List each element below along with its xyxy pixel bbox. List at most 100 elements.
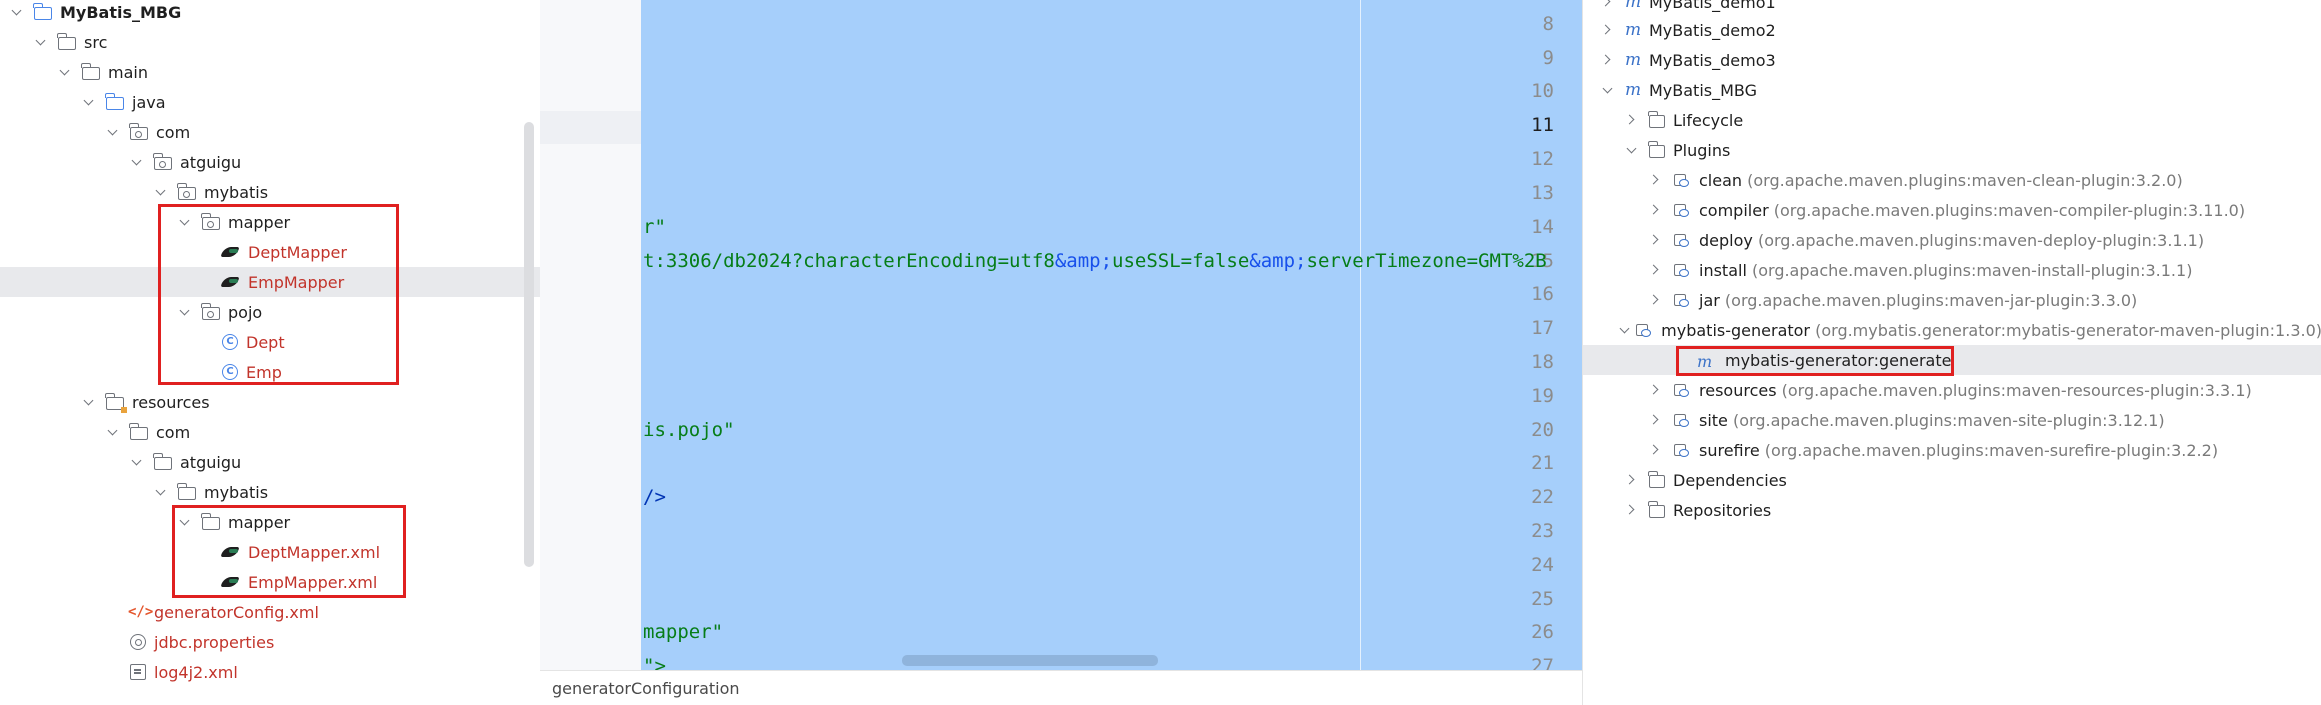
code-string: serverTimezone=GMT%2B xyxy=(1306,250,1547,272)
code-string: useSSL=false xyxy=(1112,250,1250,272)
tree-row-com-res[interactable]: com xyxy=(0,417,540,447)
tree-row-atguigu-res[interactable]: atguigu xyxy=(0,447,540,477)
tree-row-empmapper-xml[interactable]: EmpMapper.xml xyxy=(0,567,540,597)
chevron-down-icon[interactable] xyxy=(154,485,168,499)
tree-row-jdbc-properties[interactable]: jdbc.properties xyxy=(0,627,540,657)
chevron-down-icon[interactable] xyxy=(82,95,96,109)
code-editor[interactable]: 8 9 10 11 12 13 14 15 16 17 18 19 20 21 … xyxy=(540,0,1582,705)
tree-row-pojo[interactable]: pojo xyxy=(0,297,540,327)
line-number: 23 xyxy=(1531,520,1554,542)
maven-project-mybatis-demo3[interactable]: m MyBatis_demo3 xyxy=(1583,45,2321,75)
tree-row-mybatis-mbg[interactable]: MyBatis_MBG xyxy=(0,0,540,27)
chevron-right-icon[interactable] xyxy=(1625,113,1639,127)
tree-row-mapper-res[interactable]: mapper xyxy=(0,507,540,537)
text-selection[interactable] xyxy=(641,0,1582,670)
chevron-right-icon[interactable] xyxy=(1649,173,1663,187)
maven-label: MyBatis_MBG xyxy=(1649,80,1758,100)
chevron-right-icon[interactable] xyxy=(1649,203,1663,217)
chevron-down-icon[interactable] xyxy=(178,305,192,319)
chevron-down-icon[interactable] xyxy=(130,455,144,469)
maven-dependencies[interactable]: Dependencies xyxy=(1583,465,2321,495)
maven-project-mybatis-demo2[interactable]: m MyBatis_demo2 xyxy=(1583,15,2321,45)
tree-row-src[interactable]: src xyxy=(0,27,540,57)
chevron-right-icon[interactable] xyxy=(1649,413,1663,427)
chevron-down-icon[interactable] xyxy=(106,425,120,439)
chevron-down-icon[interactable] xyxy=(10,5,24,19)
tree-row-deptmapper-xml[interactable]: DeptMapper.xml xyxy=(0,537,540,567)
maven-plugin-jar[interactable]: jar (org.apache.maven.plugins:maven-jar-… xyxy=(1583,285,2321,315)
code-line-26: mapper" xyxy=(643,621,724,643)
resources-folder-icon xyxy=(105,392,127,413)
tree-row-mapper-package[interactable]: mapper xyxy=(0,207,540,237)
plugin-icon xyxy=(1673,292,1691,308)
class-icon: C xyxy=(222,364,238,380)
maven-lifecycle[interactable]: Lifecycle xyxy=(1583,105,2321,135)
chevron-right-icon[interactable] xyxy=(1649,383,1663,397)
tree-row-atguigu[interactable]: atguigu xyxy=(0,147,540,177)
tree-row-com[interactable]: com xyxy=(0,117,540,147)
maven-project-mybatis-mbg[interactable]: m MyBatis_MBG xyxy=(1583,75,2321,105)
project-tree-scrollbar[interactable] xyxy=(524,122,534,567)
chevron-down-icon[interactable] xyxy=(130,155,144,169)
tree-row-deptmapper[interactable]: DeptMapper xyxy=(0,237,540,267)
chevron-down-icon[interactable] xyxy=(178,515,192,529)
editor-horizontal-scrollbar[interactable] xyxy=(902,655,1158,666)
maven-repositories[interactable]: Repositories xyxy=(1583,495,2321,525)
maven-plugin-resources[interactable]: resources (org.apache.maven.plugins:mave… xyxy=(1583,375,2321,405)
chevron-right-icon[interactable] xyxy=(1649,293,1663,307)
tree-label: src xyxy=(84,32,108,52)
tree-row-empmapper[interactable]: EmpMapper xyxy=(0,267,540,297)
folder-icon xyxy=(1648,110,1665,128)
maven-detail: (org.apache.maven.plugins:maven-resource… xyxy=(1781,380,2252,400)
chevron-down-icon[interactable] xyxy=(1618,323,1625,337)
maven-plugin-deploy[interactable]: deploy (org.apache.maven.plugins:maven-d… xyxy=(1583,225,2321,255)
tree-row-java[interactable]: java xyxy=(0,87,540,117)
chevron-right-icon[interactable] xyxy=(1625,473,1639,487)
tree-row-mybatis[interactable]: mybatis xyxy=(0,177,540,207)
maven-icon: m xyxy=(1625,80,1642,100)
maven-goal-mybatis-generator-generate[interactable]: m mybatis-generator:generate xyxy=(1583,345,2321,375)
chevron-right-icon[interactable] xyxy=(1601,0,1615,9)
right-margin-guide xyxy=(1360,0,1361,670)
maven-label: surefire xyxy=(1699,440,1760,460)
chevron-right-icon[interactable] xyxy=(1601,53,1615,67)
plugin-icon xyxy=(1673,262,1691,278)
mybatis-interface-icon xyxy=(222,245,240,259)
tree-row-dept[interactable]: C Dept xyxy=(0,327,540,357)
chevron-down-icon[interactable] xyxy=(82,395,96,409)
maven-plugin-surefire[interactable]: surefire (org.apache.maven.plugins:maven… xyxy=(1583,435,2321,465)
tree-row-generatorconfig[interactable]: </> generatorConfig.xml xyxy=(0,597,540,627)
chevron-down-icon[interactable] xyxy=(106,125,120,139)
tree-row-main[interactable]: main xyxy=(0,57,540,87)
chevron-right-icon[interactable] xyxy=(1649,263,1663,277)
tree-row-log4j2[interactable]: log4j2.xml xyxy=(0,657,540,687)
chevron-down-icon[interactable] xyxy=(34,35,48,49)
tree-label: resources xyxy=(132,392,210,412)
plugin-icon xyxy=(1673,382,1691,398)
chevron-down-icon[interactable] xyxy=(58,65,72,79)
chevron-right-icon[interactable] xyxy=(1601,23,1615,37)
xml-file-icon: </> xyxy=(128,604,154,620)
chevron-right-icon[interactable] xyxy=(1649,443,1663,457)
maven-plugin-site[interactable]: site (org.apache.maven.plugins:maven-sit… xyxy=(1583,405,2321,435)
folder-icon xyxy=(177,482,196,500)
maven-plugin-clean[interactable]: clean (org.apache.maven.plugins:maven-cl… xyxy=(1583,165,2321,195)
chevron-down-icon[interactable] xyxy=(1601,83,1615,97)
log-file-icon xyxy=(130,664,146,680)
tree-row-mybatis-res[interactable]: mybatis xyxy=(0,477,540,507)
chevron-down-icon[interactable] xyxy=(154,185,168,199)
package-icon xyxy=(129,122,148,140)
tree-label: atguigu xyxy=(180,452,242,472)
tree-row-resources[interactable]: resources xyxy=(0,387,540,417)
maven-plugin-mybatis-generator[interactable]: mybatis-generator (org.mybatis.generator… xyxy=(1583,315,2321,345)
plugin-icon xyxy=(1673,232,1691,248)
maven-plugin-install[interactable]: install (org.apache.maven.plugins:maven-… xyxy=(1583,255,2321,285)
chevron-down-icon[interactable] xyxy=(1625,143,1639,157)
chevron-right-icon[interactable] xyxy=(1625,503,1639,517)
breadcrumb-generatorconfiguration[interactable]: generatorConfiguration xyxy=(552,679,740,698)
maven-plugin-compiler[interactable]: compiler (org.apache.maven.plugins:maven… xyxy=(1583,195,2321,225)
chevron-right-icon[interactable] xyxy=(1649,233,1663,247)
tree-row-emp[interactable]: C Emp xyxy=(0,357,540,387)
chevron-down-icon[interactable] xyxy=(178,215,192,229)
maven-plugins[interactable]: Plugins xyxy=(1583,135,2321,165)
